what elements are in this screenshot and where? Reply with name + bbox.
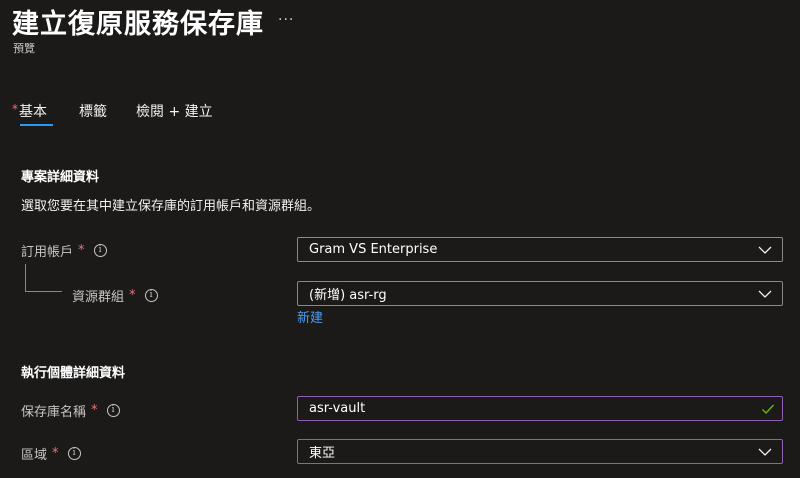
instance-details-heading: 執行個體詳細資料 [21, 366, 126, 381]
project-details-heading: 專案詳細資料 [21, 170, 100, 185]
chevron-down-icon [758, 246, 772, 254]
subscription-label: 訂用帳戶 * i [21, 241, 107, 260]
info-icon[interactable]: i [144, 289, 158, 302]
tab-basics-label: 基本 [19, 104, 47, 120]
required-marker: * [52, 446, 59, 461]
info-icon[interactable]: i [93, 244, 107, 257]
tree-connector-horizontal [25, 291, 62, 292]
preview-label: 預覽 [13, 42, 35, 55]
subscription-label-text: 訂用帳戶 [21, 245, 74, 260]
info-icon[interactable]: i [106, 404, 120, 417]
required-marker: * [12, 102, 18, 116]
vault-name-label-text: 保存庫名稱 [21, 405, 87, 420]
resource-group-label: 資源群組 * i [72, 286, 158, 305]
checkmark-icon [762, 404, 775, 415]
resource-group-value: (新增) asr-rg [309, 288, 387, 303]
more-options-button[interactable]: ··· [278, 12, 294, 28]
region-value: 東亞 [309, 446, 336, 461]
active-tab-indicator [20, 124, 53, 126]
chevron-down-icon [758, 290, 772, 298]
required-marker: * [91, 403, 98, 418]
region-label: 區域 * i [21, 444, 81, 463]
project-details-description: 選取您要在其中建立保存庫的訂用帳戶和資源群組。 [21, 199, 321, 214]
subscription-dropdown[interactable]: Gram VS Enterprise [297, 237, 783, 262]
resource-group-dropdown[interactable]: (新增) asr-rg [297, 281, 783, 306]
info-icon[interactable]: i [67, 447, 81, 460]
vault-name-value: asr-vault [309, 401, 366, 416]
subscription-value: Gram VS Enterprise [309, 242, 438, 257]
page-title: 建立復原服務保存庫 [12, 9, 264, 40]
required-marker: * [78, 243, 85, 258]
region-label-text: 區域 [21, 448, 48, 463]
vault-name-label: 保存庫名稱 * i [21, 401, 120, 420]
tab-tags[interactable]: 標籤 [79, 101, 107, 121]
tab-basics[interactable]: *基本 [12, 101, 47, 121]
chevron-down-icon [758, 448, 772, 456]
required-marker: * [129, 288, 136, 303]
region-dropdown[interactable]: 東亞 [297, 439, 783, 464]
tree-connector-vertical [25, 264, 26, 291]
create-new-resource-group-link[interactable]: 新建 [297, 307, 323, 326]
resource-group-label-text: 資源群組 [72, 290, 125, 305]
vault-name-input[interactable]: asr-vault [297, 396, 783, 421]
tab-review-create[interactable]: 檢閱 + 建立 [136, 101, 213, 121]
